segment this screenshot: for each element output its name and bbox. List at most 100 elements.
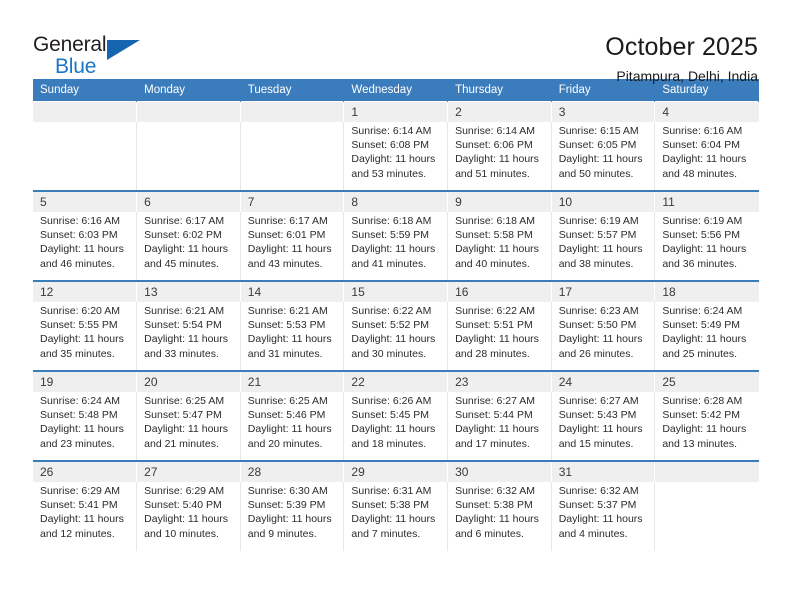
day-info-line: and 46 minutes. (40, 257, 115, 270)
day-number-cell[interactable]: 14 (240, 280, 345, 302)
day-info-line: Daylight: 11 hours (558, 243, 643, 256)
day-info-line: Daylight: 11 hours (662, 423, 747, 436)
day-info-line: Sunrise: 6:31 AM (351, 485, 432, 497)
day-info-line: Daylight: 11 hours (247, 423, 332, 436)
day-info-line: Sunrise: 6:32 AM (455, 485, 536, 497)
day-info-line: and 20 minutes. (247, 437, 323, 450)
day-info-line: Sunrise: 6:25 AM (144, 395, 225, 407)
day-info-line: Sunrise: 6:18 AM (351, 215, 432, 227)
day-info-line: Daylight: 11 hours (40, 423, 124, 436)
day-number-cell[interactable]: 24 (551, 370, 656, 392)
day-detail-cell: Sunrise: 6:14 AM Sunset: 6:08 PM Daylight:… (343, 122, 449, 191)
day-info-line: and 36 minutes. (662, 257, 738, 270)
day-number-cell[interactable]: 29 (343, 460, 449, 482)
day-number-cell[interactable]: 11 (654, 190, 759, 212)
weekday-header-tuesday: Tuesday (240, 79, 345, 102)
day-number-cell[interactable]: 4 (654, 101, 759, 122)
day-info-line: and 45 minutes. (144, 257, 219, 270)
day-number-cell[interactable]: 5 (33, 190, 138, 212)
day-info-line: Sunrise: 6:22 AM (455, 305, 536, 317)
day-number-cell[interactable]: 21 (240, 370, 345, 392)
day-info-line: Daylight: 11 hours (144, 333, 228, 346)
day-info-line: Daylight: 11 hours (558, 333, 643, 346)
day-info-line: and 17 minutes. (455, 437, 530, 450)
day-number-cell[interactable]: 20 (136, 370, 241, 392)
day-info-line: Sunset: 5:59 PM (351, 229, 430, 242)
day-number-cell[interactable]: 12 (33, 280, 138, 302)
day-detail-cell: Sunrise: 6:19 AM Sunset: 5:56 PM Daylight:… (654, 212, 759, 281)
day-info-line: and 23 minutes. (40, 437, 115, 450)
day-number-cell[interactable]: 8 (343, 190, 449, 212)
day-number-cell[interactable]: 6 (136, 190, 241, 212)
day-number-cell[interactable]: 10 (551, 190, 656, 212)
day-info-line: Sunset: 5:49 PM (662, 319, 740, 332)
day-info-line: Daylight: 11 hours (40, 243, 124, 256)
calendar-body: 1 2 3 4 Sunrise: 6:14 AM Sunset: 6:08 PM Dayli… (33, 101, 759, 551)
day-info-line: Sunrise: 6:26 AM (351, 395, 432, 407)
day-number-cell[interactable]: 23 (447, 370, 552, 392)
day-number-cell[interactable]: 30 (447, 460, 552, 482)
page-header: General Blue October 2025 Pitampura, Del… (0, 0, 792, 84)
brand-logo[interactable]: General Blue (33, 30, 153, 82)
day-info-line: Sunset: 5:40 PM (144, 499, 222, 512)
day-info-line: and 51 minutes. (455, 167, 530, 180)
day-info-line: and 15 minutes. (558, 437, 634, 450)
day-number-cell[interactable]: 1 (343, 101, 449, 122)
day-info-line: Sunset: 5:45 PM (351, 409, 430, 422)
day-detail-cell: Sunrise: 6:23 AM Sunset: 5:50 PM Daylight:… (551, 302, 656, 371)
day-number-cell[interactable]: 27 (136, 460, 241, 482)
day-number-cell[interactable]: 17 (551, 280, 656, 302)
day-info-line: and 41 minutes. (351, 257, 427, 270)
day-info-line: Daylight: 11 hours (558, 423, 643, 436)
day-number-cell[interactable]: 26 (33, 460, 138, 482)
day-info-line: and 21 minutes. (144, 437, 219, 450)
triangle-flag-icon (107, 40, 140, 60)
day-detail-cell: Sunrise: 6:32 AM Sunset: 5:37 PM Daylight:… (551, 482, 656, 551)
day-info-line: Daylight: 11 hours (247, 333, 332, 346)
day-number-cell[interactable]: 3 (551, 101, 656, 122)
day-number-cell[interactable]: 2 (447, 101, 552, 122)
week-daynumber-row: 19 20 21 22 23 24 25 (33, 370, 759, 392)
day-number-cell[interactable]: 16 (447, 280, 552, 302)
day-info-line: Sunset: 5:51 PM (455, 319, 533, 332)
day-number-cell[interactable]: 9 (447, 190, 552, 212)
day-info-line: and 28 minutes. (455, 347, 530, 360)
day-info-line: and 6 minutes. (455, 527, 524, 540)
day-info-line: Sunrise: 6:20 AM (40, 305, 120, 317)
day-number-cell[interactable]: 15 (343, 280, 449, 302)
day-info-line: Sunset: 5:44 PM (455, 409, 533, 422)
day-detail-cell: Sunrise: 6:16 AM Sunset: 6:04 PM Daylight:… (654, 122, 759, 191)
day-info-line: and 7 minutes. (351, 527, 421, 540)
day-info-line: Sunset: 6:06 PM (455, 139, 533, 152)
day-info-line: Sunset: 5:38 PM (455, 499, 533, 512)
weekday-header-monday: Monday (136, 79, 241, 102)
day-number-cell[interactable]: 28 (240, 460, 345, 482)
day-number-cell[interactable]: 7 (240, 190, 345, 212)
day-info-line: Sunrise: 6:19 AM (662, 215, 743, 227)
day-info-line: Daylight: 11 hours (455, 513, 539, 526)
day-detail-cell: Sunrise: 6:27 AM Sunset: 5:44 PM Daylight:… (447, 392, 552, 461)
day-info-line: Daylight: 11 hours (351, 513, 436, 526)
day-info-line: Sunset: 5:43 PM (558, 409, 637, 422)
empty-detail-cell (33, 122, 138, 191)
week-daynumber-row: 1234 (33, 101, 759, 122)
day-info-line: Daylight: 11 hours (351, 423, 436, 436)
day-info-line: Daylight: 11 hours (351, 333, 436, 346)
day-info-line: Sunrise: 6:16 AM (40, 215, 120, 227)
day-number-cell[interactable]: 31 (551, 460, 656, 482)
day-info-line: and 26 minutes. (558, 347, 634, 360)
day-number-cell[interactable]: 19 (33, 370, 138, 392)
day-info-line: Sunset: 5:53 PM (247, 319, 326, 332)
day-number-cell[interactable]: 18 (654, 280, 759, 302)
day-info-line: Daylight: 11 hours (455, 243, 539, 256)
day-detail-cell: Sunrise: 6:20 AM Sunset: 5:55 PM Daylight:… (33, 302, 138, 371)
day-info-line: Sunset: 5:52 PM (351, 319, 430, 332)
day-number-cell[interactable]: 13 (136, 280, 241, 302)
day-number-cell[interactable]: 22 (343, 370, 449, 392)
day-info-line: Daylight: 11 hours (455, 153, 539, 166)
weekday-header-sunday: Sunday (33, 79, 138, 102)
empty-detail-cell (654, 482, 759, 551)
day-number-cell[interactable]: 25 (654, 370, 759, 392)
day-detail-cell: Sunrise: 6:24 AM Sunset: 5:48 PM Daylight:… (33, 392, 138, 461)
day-detail-cell: Sunrise: 6:18 AM Sunset: 5:59 PM Daylight:… (343, 212, 449, 281)
